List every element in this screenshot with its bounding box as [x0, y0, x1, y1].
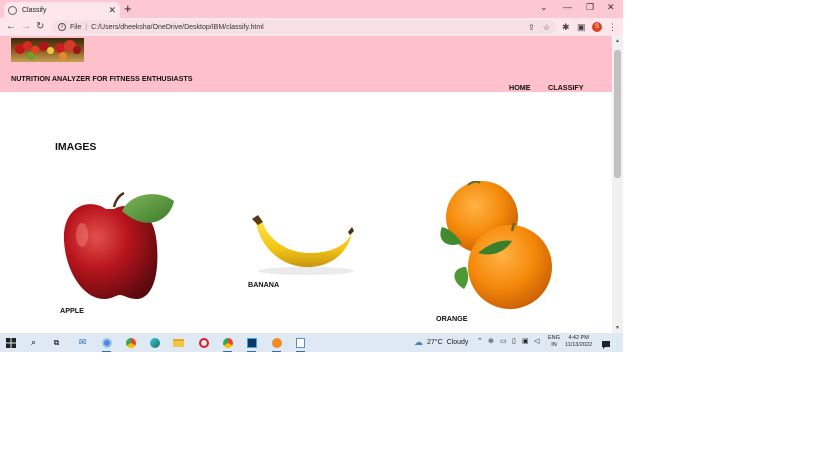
banana-image — [252, 215, 354, 275]
usb-icon[interactable]: ▯ — [512, 337, 516, 345]
reload-icon[interactable]: ↻ — [36, 20, 44, 34]
browser-titlebar: Classify ✕ + ⌄ — ❐ ✕ — [0, 0, 623, 18]
site-header: NUTRITION ANALYZER FOR FITNESS ENTHUSIAS… — [0, 36, 612, 92]
nav-home-link[interactable]: HOME — [509, 83, 531, 92]
url-scheme: File — [70, 23, 82, 31]
forward-arrow-icon[interactable]: → — [21, 20, 31, 34]
site-title: NUTRITION ANALYZER FOR FITNESS ENTHUSIAS… — [11, 74, 193, 83]
apple-image — [63, 191, 174, 299]
restore-icon[interactable]: ❐ — [586, 2, 594, 13]
banana-label: BANANA — [248, 280, 280, 289]
extensions-icon[interactable]: ✱ — [562, 21, 570, 33]
profile-avatar[interactable]: S — [592, 22, 602, 32]
weather-condition: Cloudy — [446, 339, 469, 346]
volume-icon[interactable]: ◁ — [534, 337, 539, 345]
clock-date: 11/13/2022 — [565, 342, 593, 348]
language-indicator[interactable]: ENG IN — [548, 335, 560, 349]
search-icon[interactable]: ⌕ — [27, 336, 40, 349]
page-viewport: NUTRITION ANALYZER FOR FITNESS ENTHUSIAS… — [0, 36, 612, 333]
lang-region: IN — [551, 342, 557, 348]
info-icon[interactable]: i — [58, 23, 66, 31]
tray-chevron-icon[interactable]: ⌃ — [477, 337, 483, 345]
scroll-down-icon[interactable]: ▼ — [615, 325, 620, 331]
back-arrow-icon[interactable]: ← — [6, 20, 16, 34]
orange-label: ORANGE — [436, 314, 468, 323]
scroll-up-icon[interactable]: ▲ — [615, 38, 620, 44]
new-tab-button[interactable]: + — [124, 1, 132, 17]
url-text[interactable]: C:/Users/dheeksha/OneDrive/Desktop/IBM/c… — [91, 24, 528, 31]
cloud-icon: ☁ — [414, 337, 423, 347]
screen: Classify ✕ + ⌄ — ❐ ✕ ← → ↻ i File | C:/U… — [0, 0, 623, 352]
nav-classify-link[interactable]: CLASSIFY — [548, 83, 584, 92]
edge-icon[interactable] — [148, 336, 161, 349]
clock-time: 4:42 PM — [568, 335, 589, 341]
task-view-icon[interactable]: ⧉ — [50, 336, 63, 349]
fruit-banner-image — [11, 38, 84, 62]
orange-image — [440, 181, 552, 309]
address-bar[interactable]: i File | C:/Users/dheeksha/OneDrive/Desk… — [52, 20, 556, 34]
share-icon[interactable]: ⇪ — [528, 23, 535, 32]
anaconda-icon[interactable] — [270, 336, 283, 352]
tab-title: Classify — [22, 6, 47, 14]
windows-taskbar: ⌕ ⧉ ✉ ☁ 27°C Cloudy ⌃ ⊕ ▭ ▯ ▣ ◁ ENG IN 4… — [0, 333, 623, 352]
page-scrollbar[interactable]: ▲ ▼ — [612, 36, 623, 333]
windows-start-icon[interactable] — [4, 336, 17, 349]
sidepanel-icon[interactable]: ▣ — [577, 21, 586, 33]
close-tab-icon[interactable]: ✕ — [108, 5, 116, 16]
opera-icon[interactable] — [197, 336, 210, 349]
menu-icon[interactable]: ⋮ — [608, 21, 617, 33]
notification-icon[interactable] — [601, 337, 611, 349]
url-separator: | — [85, 23, 88, 31]
globe-icon — [8, 5, 17, 15]
lang-code: ENG — [548, 335, 560, 341]
browser-toolbar: ← → ↻ i File | C:/Users/dheeksha/OneDriv… — [0, 18, 623, 36]
browser-tab[interactable]: Classify ✕ — [4, 2, 120, 18]
minimize-icon[interactable]: — — [563, 2, 572, 12]
battery-icon[interactable]: ▭ — [500, 337, 507, 345]
close-window-icon[interactable]: ✕ — [607, 2, 615, 13]
tab-search-icon[interactable]: ⌄ — [540, 2, 548, 13]
chrome-window-icon[interactable] — [221, 336, 234, 352]
chrome-icon[interactable] — [124, 336, 137, 349]
display-icon[interactable]: ▣ — [522, 337, 529, 345]
vscode-icon[interactable] — [245, 336, 258, 352]
scroll-thumb[interactable] — [614, 50, 621, 178]
apple-label: APPLE — [60, 306, 84, 315]
images-heading: IMAGES — [55, 141, 97, 153]
network-globe-icon[interactable]: ⊕ — [488, 337, 494, 345]
file-explorer-icon[interactable] — [172, 336, 185, 349]
star-icon[interactable]: ☆ — [543, 23, 550, 32]
weather-widget[interactable]: ☁ 27°C Cloudy — [414, 337, 468, 348]
weather-temp: 27°C — [427, 339, 443, 346]
system-clock[interactable]: 4:42 PM 11/13/2022 — [565, 335, 592, 349]
notepad-icon[interactable] — [294, 336, 307, 352]
chrome-profile-icon[interactable] — [100, 336, 113, 352]
mail-icon[interactable]: ✉ — [76, 336, 89, 349]
